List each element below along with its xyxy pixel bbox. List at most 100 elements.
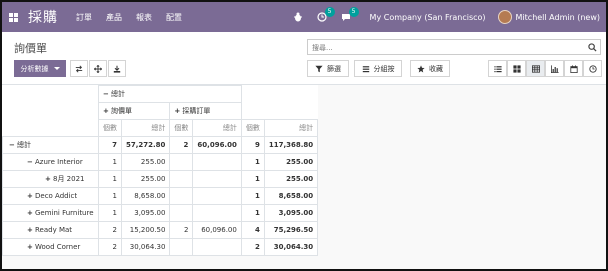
chat-icon[interactable]: 5 xyxy=(338,7,359,25)
cell-value[interactable]: 8,658.00 xyxy=(120,187,171,205)
cell-value[interactable]: 117,368.80 xyxy=(263,136,319,154)
menu-configuration[interactable]: 配置 xyxy=(166,12,182,23)
measure-header-total[interactable]: 總計 xyxy=(192,119,242,137)
cell-value[interactable]: 30,064.30 xyxy=(120,238,171,256)
flip-axis-button[interactable] xyxy=(70,60,88,77)
app-title[interactable]: 採購 xyxy=(28,7,58,27)
collapse-icon: − xyxy=(27,158,33,166)
groupby-button[interactable]: 分組按 xyxy=(354,60,402,77)
cell-value[interactable]: 1 xyxy=(98,204,122,222)
col-header-rfq[interactable]: + 詢價單 xyxy=(97,102,171,120)
measure-header-count[interactable]: 個數 xyxy=(240,119,265,137)
graph-view-button[interactable] xyxy=(545,60,564,77)
cell-value[interactable]: 1 xyxy=(240,170,265,188)
col-header-total[interactable]: − 總計 xyxy=(98,85,242,103)
cell-value[interactable]: 2 xyxy=(240,238,265,256)
calendar-view-button[interactable] xyxy=(564,60,583,77)
download-icon xyxy=(113,65,121,73)
row-header[interactable]: +8月 2021 xyxy=(2,170,99,188)
row-header[interactable]: − Azure Interior xyxy=(2,153,99,171)
measure-header-count[interactable]: 個數 xyxy=(98,119,122,137)
row-header[interactable]: + Deco Addict xyxy=(2,187,99,205)
favorites-button[interactable]: 收藏 xyxy=(410,60,450,77)
cell-value[interactable]: 7 xyxy=(98,136,122,154)
cell-value[interactable]: 3,095.00 xyxy=(263,204,319,222)
download-button[interactable] xyxy=(108,60,126,77)
cell-value[interactable]: 75,296.50 xyxy=(263,221,319,239)
col-header-purchase-order[interactable]: + 採購訂單 xyxy=(169,102,242,120)
cell-value[interactable]: 2 xyxy=(98,238,122,256)
app-window: 採購 訂單 產品 報表 配置 5 5 My Company (San Franc… xyxy=(0,0,608,271)
row-header[interactable]: + Wood Corner xyxy=(2,238,99,256)
menu-products[interactable]: 產品 xyxy=(106,12,122,23)
cell-value[interactable]: 255.00 xyxy=(263,153,319,171)
measure-header-total[interactable]: 總計 xyxy=(263,119,319,137)
cell-value[interactable]: 1 xyxy=(98,187,122,205)
cell-value[interactable]: 8,658.00 xyxy=(263,187,319,205)
pivot-area: − 總計 + 詢價單 + 採購訂單 個數 總計 個數 總計 個數 總計 − 總計 7 5… xyxy=(2,85,606,269)
row-header[interactable]: + Gemini Furniture xyxy=(2,204,99,222)
cell-value[interactable]: 3,095.00 xyxy=(120,204,171,222)
cell-value[interactable] xyxy=(192,170,242,188)
list-view-icon xyxy=(493,65,502,72)
cell-value[interactable] xyxy=(192,204,242,222)
table-row-total: − 總計 7 57,272.80 2 60,096.00 9 117,368.80 xyxy=(2,136,319,154)
cell-value[interactable]: 255.00 xyxy=(120,153,171,171)
cell-value[interactable]: 15,200.50 xyxy=(120,221,171,239)
cell-value[interactable]: 255.00 xyxy=(263,170,319,188)
user-menu[interactable]: Mitchell Admin (new) xyxy=(516,13,600,22)
cell-value[interactable] xyxy=(169,170,194,188)
cell-value[interactable]: 2 xyxy=(98,221,122,239)
row-header-total[interactable]: − 總計 xyxy=(2,136,99,154)
cell-value[interactable]: 2 xyxy=(169,221,194,239)
arrows-icon xyxy=(94,64,102,73)
cell-value[interactable]: 1 xyxy=(98,170,122,188)
cell-value[interactable]: 30,064.30 xyxy=(263,238,319,256)
pivot-view-button[interactable] xyxy=(526,60,545,77)
list-view-button[interactable] xyxy=(488,60,507,77)
groupby-label: 分組按 xyxy=(373,64,395,73)
row-header[interactable]: + Ready Mat xyxy=(2,221,99,239)
cell-value[interactable] xyxy=(169,153,194,171)
cell-value[interactable]: 255.00 xyxy=(120,170,171,188)
calendar-icon xyxy=(569,64,578,73)
expand-all-button[interactable] xyxy=(89,60,107,77)
cell-value[interactable]: 60,096.00 xyxy=(192,136,242,154)
cell-value[interactable]: 2 xyxy=(169,136,194,154)
search-input[interactable]: 搜尋... xyxy=(307,39,601,55)
cell-value[interactable]: 60,096.00 xyxy=(192,221,242,239)
measures-label: 分析數據 xyxy=(20,64,49,73)
caret-down-icon xyxy=(53,67,60,70)
bug-icon[interactable] xyxy=(290,9,306,25)
menu-orders[interactable]: 訂單 xyxy=(76,12,92,23)
measure-header-total[interactable]: 總計 xyxy=(120,119,171,137)
filter-button[interactable]: 篩選 xyxy=(307,60,349,77)
company-switcher[interactable]: My Company (San Francisco) xyxy=(370,13,486,22)
search-icon[interactable] xyxy=(588,43,597,52)
cell-value[interactable]: 4 xyxy=(240,221,265,239)
cell-value[interactable]: 9 xyxy=(240,136,265,154)
cell-value[interactable]: 1 xyxy=(240,204,265,222)
kanban-view-button[interactable] xyxy=(507,60,526,77)
apps-menu-icon[interactable] xyxy=(2,2,24,32)
cell-value[interactable]: 57,272.80 xyxy=(120,136,171,154)
cell-value[interactable]: 1 xyxy=(240,153,265,171)
measure-header-count[interactable]: 個數 xyxy=(169,119,194,137)
cell-value[interactable] xyxy=(169,204,194,222)
cell-value[interactable]: 1 xyxy=(240,187,265,205)
avatar[interactable] xyxy=(497,10,512,24)
cell-value[interactable] xyxy=(169,187,194,205)
activity-clock-icon[interactable]: 5 xyxy=(314,7,335,25)
cell-value[interactable]: 1 xyxy=(98,153,122,171)
measures-button[interactable]: 分析數據 xyxy=(14,60,66,77)
cell-value[interactable] xyxy=(192,238,242,256)
cell-value[interactable] xyxy=(192,153,242,171)
expand-icon: + xyxy=(45,175,51,183)
activity-badge: 5 xyxy=(324,7,335,17)
bar-chart-icon xyxy=(550,64,559,73)
cell-value[interactable] xyxy=(192,187,242,205)
activity-view-button[interactable] xyxy=(583,60,602,77)
menu-reporting[interactable]: 報表 xyxy=(136,12,152,23)
cell-value[interactable] xyxy=(169,238,194,256)
table-row: + Gemini Furniture 1 3,095.00 1 3,095.00 xyxy=(2,204,319,222)
